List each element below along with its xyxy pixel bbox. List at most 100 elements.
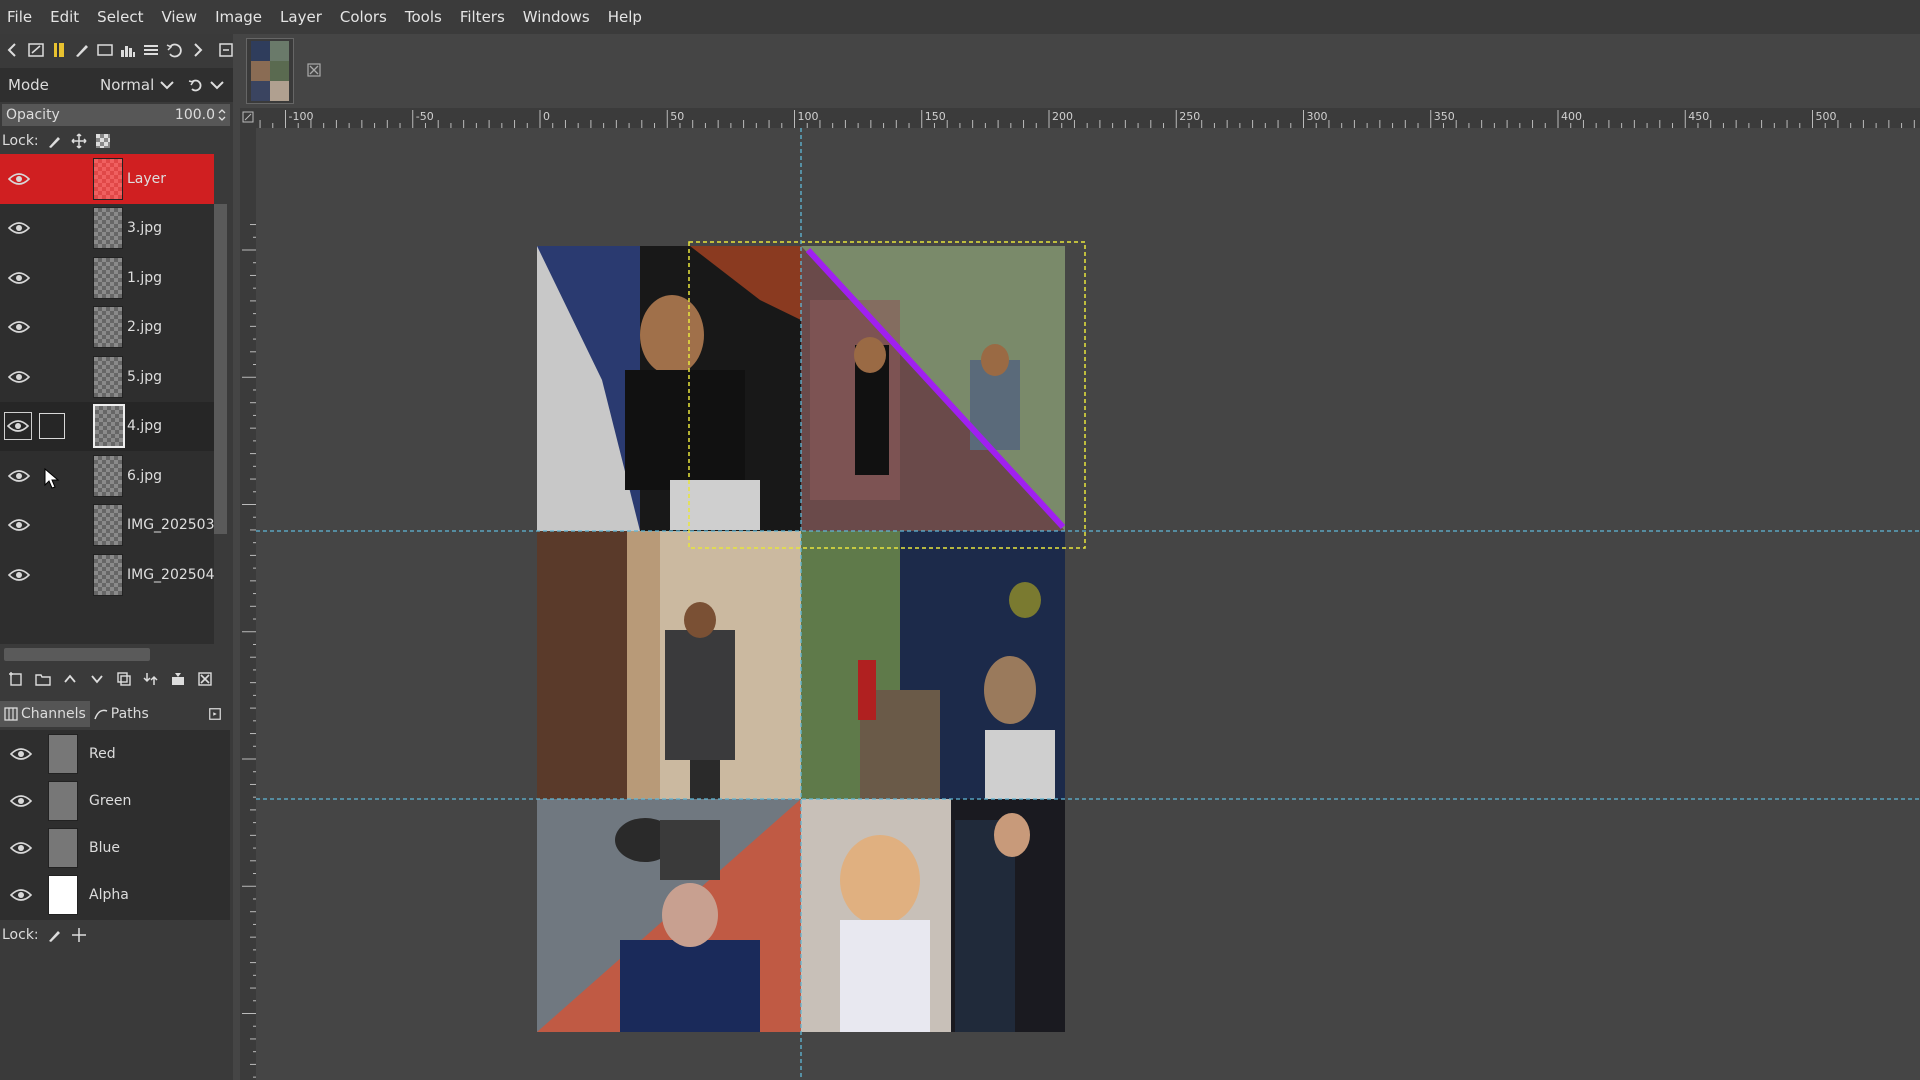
- channel-lock-row: Lock:: [0, 922, 235, 948]
- layer-thumbnail: [93, 404, 125, 449]
- eye-icon[interactable]: [8, 838, 34, 858]
- eye-icon[interactable]: [8, 744, 34, 764]
- opacity-value: 100.0: [174, 107, 215, 123]
- back-icon[interactable]: [4, 40, 22, 60]
- menu-select[interactable]: Select: [88, 0, 152, 34]
- layer-thumbnail: [93, 454, 123, 497]
- menu-image[interactable]: Image: [206, 0, 271, 34]
- menu-view[interactable]: View: [152, 0, 206, 34]
- layer-name: 2.jpg: [127, 319, 163, 336]
- layer-name: 6.jpg: [127, 467, 163, 484]
- layer-thumbnail: [93, 355, 123, 398]
- tool-options-icon[interactable]: [27, 40, 45, 60]
- eye-icon[interactable]: [6, 218, 32, 238]
- duplicate-layer-icon[interactable]: [114, 669, 134, 689]
- opacity-slider[interactable]: Opacity 100.0: [2, 104, 230, 126]
- image-canvas[interactable]: [256, 128, 1920, 1080]
- merge-down-icon[interactable]: [141, 669, 161, 689]
- tab-paths[interactable]: Paths: [90, 701, 153, 727]
- device-status-icon[interactable]: [50, 40, 68, 60]
- layers-scrollbar[interactable]: [214, 204, 227, 534]
- brush-icon[interactable]: [73, 40, 91, 60]
- close-icon[interactable]: [304, 60, 324, 80]
- menu-edit[interactable]: Edit: [41, 0, 88, 34]
- dock-menu-icon[interactable]: [205, 704, 225, 724]
- layers-icon[interactable]: [142, 40, 160, 60]
- brush-icon[interactable]: [47, 133, 63, 149]
- layer-row[interactable]: 4.jpg: [0, 401, 214, 451]
- ruler-label: 150: [925, 110, 946, 123]
- menu-file[interactable]: File: [0, 0, 41, 34]
- layer-row[interactable]: 2.jpg: [0, 303, 214, 353]
- move-icon[interactable]: [71, 927, 87, 943]
- layer-row[interactable]: IMG_202503: [0, 501, 214, 551]
- channel-row[interactable]: Alpha: [0, 871, 230, 918]
- menu-layer[interactable]: Layer: [271, 0, 331, 34]
- layer-thumbnail: [93, 306, 123, 349]
- chevron-down-icon[interactable]: [210, 80, 224, 90]
- eye-icon[interactable]: [6, 367, 32, 387]
- channel-row[interactable]: Green: [0, 777, 230, 824]
- eye-icon[interactable]: [6, 565, 32, 585]
- horizontal-ruler[interactable]: -100 -50 0 50 100 150 200 250 300 350 400 450 500: [256, 108, 1920, 128]
- layer-row[interactable]: 3.jpg: [0, 204, 214, 254]
- lock-label: Lock:: [2, 927, 39, 943]
- menu-tools[interactable]: Tools: [396, 0, 451, 34]
- new-layer-icon[interactable]: [6, 669, 26, 689]
- ruler-label: 350: [1434, 110, 1455, 123]
- undo-history-icon[interactable]: [165, 40, 183, 60]
- eye-icon[interactable]: [6, 466, 32, 486]
- lower-layer-icon[interactable]: [87, 669, 107, 689]
- layers-list: Layer 3.jpg 1.jpg 2.jpg 5.jpg 4.jpg 6.jpg IMG_2…: [0, 154, 214, 644]
- channels-icon: [4, 707, 18, 721]
- ruler-label: 200: [1052, 110, 1073, 123]
- layers-hscrollbar[interactable]: [4, 648, 150, 661]
- forward-icon[interactable]: [188, 40, 206, 60]
- menu-help[interactable]: Help: [599, 0, 651, 34]
- eye-icon[interactable]: [6, 317, 32, 337]
- canvas-area[interactable]: [256, 128, 1920, 1080]
- channel-row[interactable]: Blue: [0, 824, 230, 871]
- layer-row[interactable]: Layer: [0, 154, 214, 204]
- image-thumbnail: [251, 41, 289, 101]
- histogram-icon[interactable]: [119, 40, 137, 60]
- raise-layer-icon[interactable]: [60, 669, 80, 689]
- photo-bottom-right: [801, 799, 1065, 1032]
- eye-icon[interactable]: [6, 515, 32, 535]
- tab-channels[interactable]: Channels: [0, 701, 90, 727]
- layer-row[interactable]: 1.jpg: [0, 253, 214, 303]
- channel-name: Red: [89, 745, 116, 762]
- layer-link-toggle[interactable]: [39, 413, 65, 440]
- eye-icon[interactable]: [4, 412, 32, 441]
- menu-colors[interactable]: Colors: [331, 0, 396, 34]
- channel-row[interactable]: Red: [0, 730, 230, 777]
- photo-bottom-left: [537, 799, 801, 1032]
- image-tab-thumbnail[interactable]: [246, 38, 294, 104]
- reset-mode-icon[interactable]: [188, 77, 204, 93]
- eye-icon[interactable]: [8, 791, 34, 811]
- vertical-ruler[interactable]: [240, 126, 256, 1080]
- brush-icon[interactable]: [47, 927, 63, 943]
- layer-row[interactable]: 6.jpg: [0, 451, 214, 501]
- spin-arrows-icon[interactable]: [218, 108, 226, 122]
- ruler-corner[interactable]: [240, 108, 256, 126]
- menubar: File Edit Select View Image Layer Colors Tools F…: [0, 0, 1920, 34]
- mode-select[interactable]: Normal: [100, 76, 174, 94]
- eye-icon[interactable]: [6, 169, 32, 189]
- menu-windows[interactable]: Windows: [514, 0, 599, 34]
- layer-row[interactable]: IMG_202504: [0, 550, 214, 600]
- ruler-label: 100: [798, 110, 819, 123]
- new-group-icon[interactable]: [33, 669, 53, 689]
- layer-name: 4.jpg: [127, 418, 163, 435]
- paths-icon: [94, 709, 108, 720]
- menu-filters[interactable]: Filters: [451, 0, 514, 34]
- move-icon[interactable]: [71, 133, 87, 149]
- layer-row[interactable]: 5.jpg: [0, 352, 214, 402]
- delete-layer-icon[interactable]: [195, 669, 215, 689]
- eye-icon[interactable]: [6, 268, 32, 288]
- dock-menu-icon[interactable]: [217, 40, 235, 60]
- checker-icon[interactable]: [95, 133, 111, 149]
- eye-icon[interactable]: [8, 885, 34, 905]
- images-icon[interactable]: [96, 40, 114, 60]
- anchor-mask-icon[interactable]: [168, 669, 188, 689]
